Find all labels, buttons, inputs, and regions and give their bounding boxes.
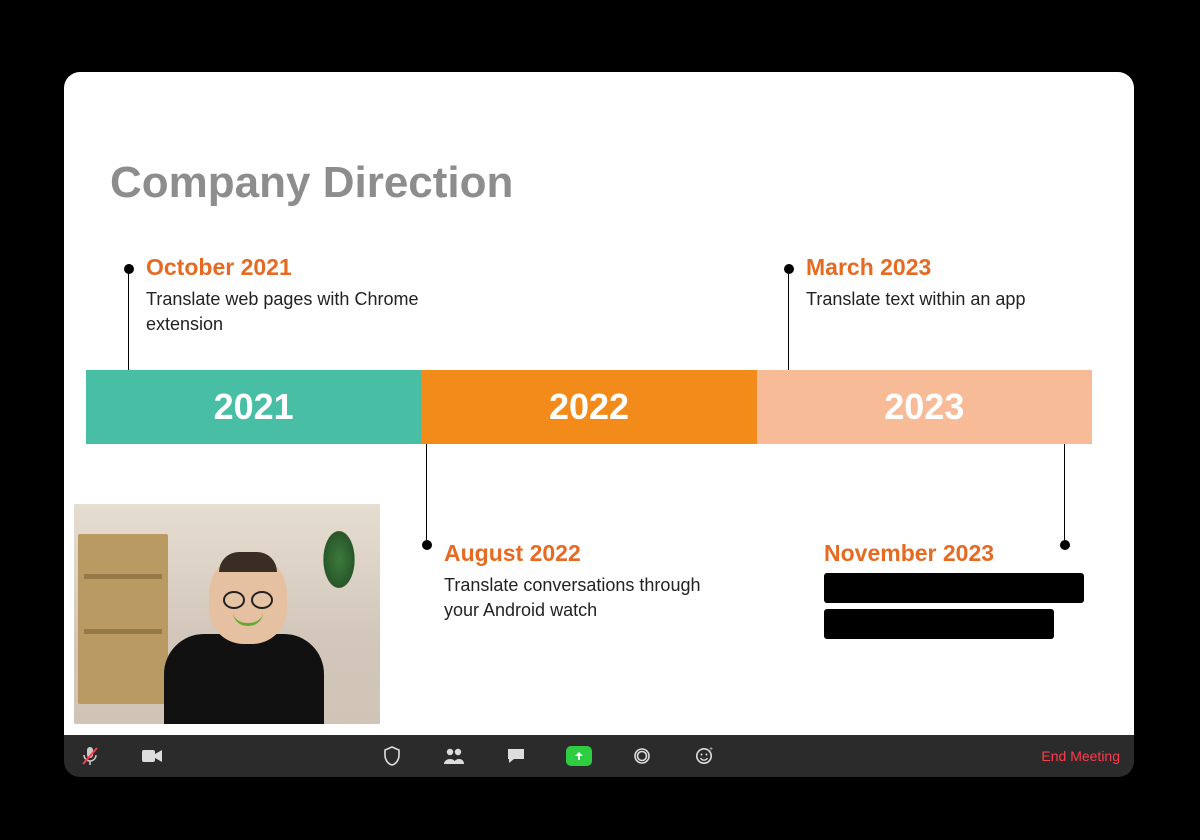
milestone-description: Translate text within an app [806,287,1084,312]
timeline-dot [124,264,134,274]
milestone-nov-2023: November 2023 [824,444,1124,639]
redacted-text [824,609,1054,639]
meeting-window: Company Direction October 2021 Translate… [64,72,1134,777]
end-meeting-button[interactable]: End Meeting [1041,748,1120,764]
timeline-dot [1060,540,1070,550]
timeline-segment-2023: 2023 [757,370,1092,444]
timeline-connector [788,274,789,370]
presenter-webcam[interactable] [74,504,380,724]
timeline-connector [128,274,129,370]
timeline-dot [422,540,432,550]
timeline-bar: 2021 2022 2023 [86,370,1092,444]
chat-icon[interactable] [504,744,528,768]
timeline-segment-2021: 2021 [86,370,421,444]
slide-title: Company Direction [110,158,513,208]
timeline-segment-2022: 2022 [421,370,756,444]
video-camera-icon[interactable] [140,744,164,768]
milestone-description: Translate web pages with Chrome extensio… [146,287,424,337]
participants-icon[interactable] [442,744,466,768]
shield-icon[interactable] [380,744,404,768]
share-screen-icon[interactable] [566,746,592,766]
milestone-aug-2022: August 2022 Translate conversations thro… [422,444,722,623]
milestone-title: October 2021 [146,254,424,281]
presenter-avatar [154,544,334,724]
microphone-muted-icon[interactable] [78,744,102,768]
timeline-dot [784,264,794,274]
timeline-connector [426,444,427,540]
timeline-connector [1064,444,1065,540]
redacted-text [824,573,1084,603]
svg-text:+: + [709,747,713,753]
milestone-title: November 2023 [824,540,1124,567]
milestone-oct-2021: October 2021 Translate web pages with Ch… [124,254,424,337]
presentation-slide: Company Direction October 2021 Translate… [64,72,1134,735]
milestone-title: March 2023 [806,254,1084,281]
meeting-toolbar: + End Meeting [64,735,1134,777]
milestone-title: August 2022 [444,540,722,567]
milestone-description: Translate conversations through your And… [444,573,722,623]
milestone-mar-2023: March 2023 Translate text within an app [784,254,1084,312]
record-icon[interactable] [630,744,654,768]
reactions-icon[interactable]: + [692,744,716,768]
